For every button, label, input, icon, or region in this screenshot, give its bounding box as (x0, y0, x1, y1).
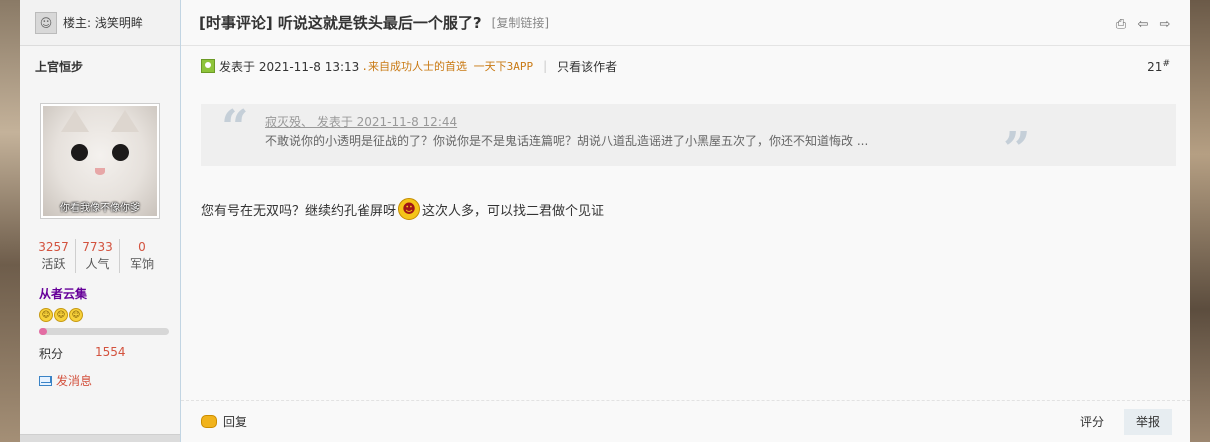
post-time: 发表于 2021-11-8 13:13 (219, 59, 360, 74)
level-star-icon: ☺ (69, 308, 83, 322)
level-progress-bar (39, 328, 169, 335)
quote-text: 不敢说你的小透明是征战的了？你说你是不是鬼话连篇呢？胡说八道乱造谣进了小黑屋五次… (265, 134, 869, 148)
floor-mark: # (1162, 59, 1170, 69)
post-content: [时事评论] 听说这就是铁头最后一个服了? [复制链接] ⎙ ⇦ ⇨ 发表于 2… (181, 0, 1190, 442)
only-author-link[interactable]: 只看该作者 (557, 58, 617, 75)
reply-button[interactable]: 回复 (201, 413, 247, 430)
stat-value: 0 (138, 240, 146, 254)
level-star-icon: ☺ (39, 308, 53, 322)
score-value: 1554 (95, 345, 126, 359)
stat-popularity[interactable]: 7733 人气 (76, 239, 120, 273)
quote-close-icon: ” (1003, 122, 1031, 178)
cat-avatar-image: 你看我像不像你爹 (43, 106, 157, 216)
stat-pay[interactable]: 0 军饷 (120, 239, 164, 273)
stat-value: 7733 (82, 240, 113, 254)
send-message-label: 发消息 (56, 374, 93, 388)
cat-nose (95, 168, 105, 175)
author-stats: 3257 活跃 7733 人气 0 军饷 (20, 239, 180, 273)
meta-divider: | (543, 59, 548, 73)
emoji-icon: ☻ (398, 198, 421, 220)
title-tools: ⎙ ⇦ ⇨ (1114, 18, 1172, 32)
quote-open-icon: “ (221, 100, 249, 156)
owner-label[interactable]: 楼主: 浅笑明眸 (63, 14, 143, 31)
avatar-caption: 你看我像不像你爹 (60, 203, 140, 214)
author-sidebar: ☺ 楼主: 浅笑明眸 上官恒步 你看我像不像你爹 3257 活跃 7733 人气… (20, 0, 181, 442)
level-stars: ☺ ☺ ☺ (20, 308, 180, 322)
report-button[interactable]: 举报 (1124, 408, 1172, 435)
post-body: 您有号在无双吗？继续约孔雀屏呀 ☻ 这次人多，可以找二君做个见证 (201, 198, 1190, 220)
stat-label: 军饷 (129, 257, 154, 271)
sidebar-footer (20, 434, 180, 442)
print-icon[interactable]: ⎙ (1114, 18, 1128, 32)
background-right (1190, 0, 1210, 442)
owner-avatar-icon[interactable]: ☺ (35, 11, 57, 34)
background-left (0, 0, 20, 442)
reply-icon (201, 415, 217, 428)
copy-link-button[interactable]: [复制链接] (492, 14, 549, 31)
stat-label: 人气 (85, 257, 110, 271)
avatar[interactable]: 你看我像不像你爹 (40, 103, 160, 219)
cat-ear-right (111, 110, 139, 132)
send-message-link[interactable]: 发消息 (20, 372, 180, 389)
rate-button[interactable]: 评分 (1080, 413, 1104, 430)
post-container: ☺ 楼主: 浅笑明眸 上官恒步 你看我像不像你爹 3257 活跃 7733 人气… (20, 0, 1190, 442)
title-row: [时事评论] 听说这就是铁头最后一个服了? [复制链接] (181, 0, 1190, 46)
user-group[interactable]: 从者云集 (20, 285, 180, 302)
level-progress-fill (39, 328, 47, 335)
floor-value: 21 (1147, 60, 1163, 74)
author-name[interactable]: 上官恒步 (20, 58, 180, 75)
score-row: 积分 1554 (20, 345, 180, 362)
owner-bar: ☺ 楼主: 浅笑明眸 (20, 0, 180, 46)
quote-header[interactable]: 寂灭殁、 发表于 2021-11-8 12:44 (265, 114, 1176, 130)
stat-label: 活跃 (41, 257, 66, 271)
post-title[interactable]: [时事评论] 听说这就是铁头最后一个服了? (199, 12, 482, 33)
online-icon (201, 59, 215, 73)
cat-ear-left (61, 110, 89, 132)
cat-eye-left (71, 144, 88, 161)
author-info: 上官恒步 你看我像不像你爹 3257 活跃 7733 人气 0 军饷 从者云集 … (20, 46, 180, 442)
stat-value: 3257 (38, 240, 69, 254)
post-text-after: 这次人多，可以找二君做个见证 (422, 203, 605, 219)
post-source[interactable]: .来自成功人士的首选 一天下3APP (361, 58, 533, 74)
post-meta: 发表于 2021-11-8 13:13 .来自成功人士的首选 一天下3APP |… (181, 46, 1190, 86)
score-label: 积分 (39, 347, 64, 361)
level-star-icon: ☺ (54, 308, 68, 322)
stat-activity[interactable]: 3257 活跃 (32, 239, 76, 273)
reply-label: 回复 (223, 415, 248, 429)
mail-icon (39, 375, 52, 386)
prev-arrow-icon[interactable]: ⇦ (1136, 18, 1150, 32)
post-actions: 回复 评分 举报 (181, 400, 1190, 442)
quote-block: “ 寂灭殁、 发表于 2021-11-8 12:44 不敢说你的小透明是征战的了… (201, 100, 1176, 178)
post-text-before: 您有号在无双吗？继续约孔雀屏呀 (201, 203, 397, 219)
floor-number[interactable]: 21# (1147, 59, 1170, 74)
cat-eye-right (112, 144, 129, 161)
next-arrow-icon[interactable]: ⇨ (1158, 18, 1172, 32)
